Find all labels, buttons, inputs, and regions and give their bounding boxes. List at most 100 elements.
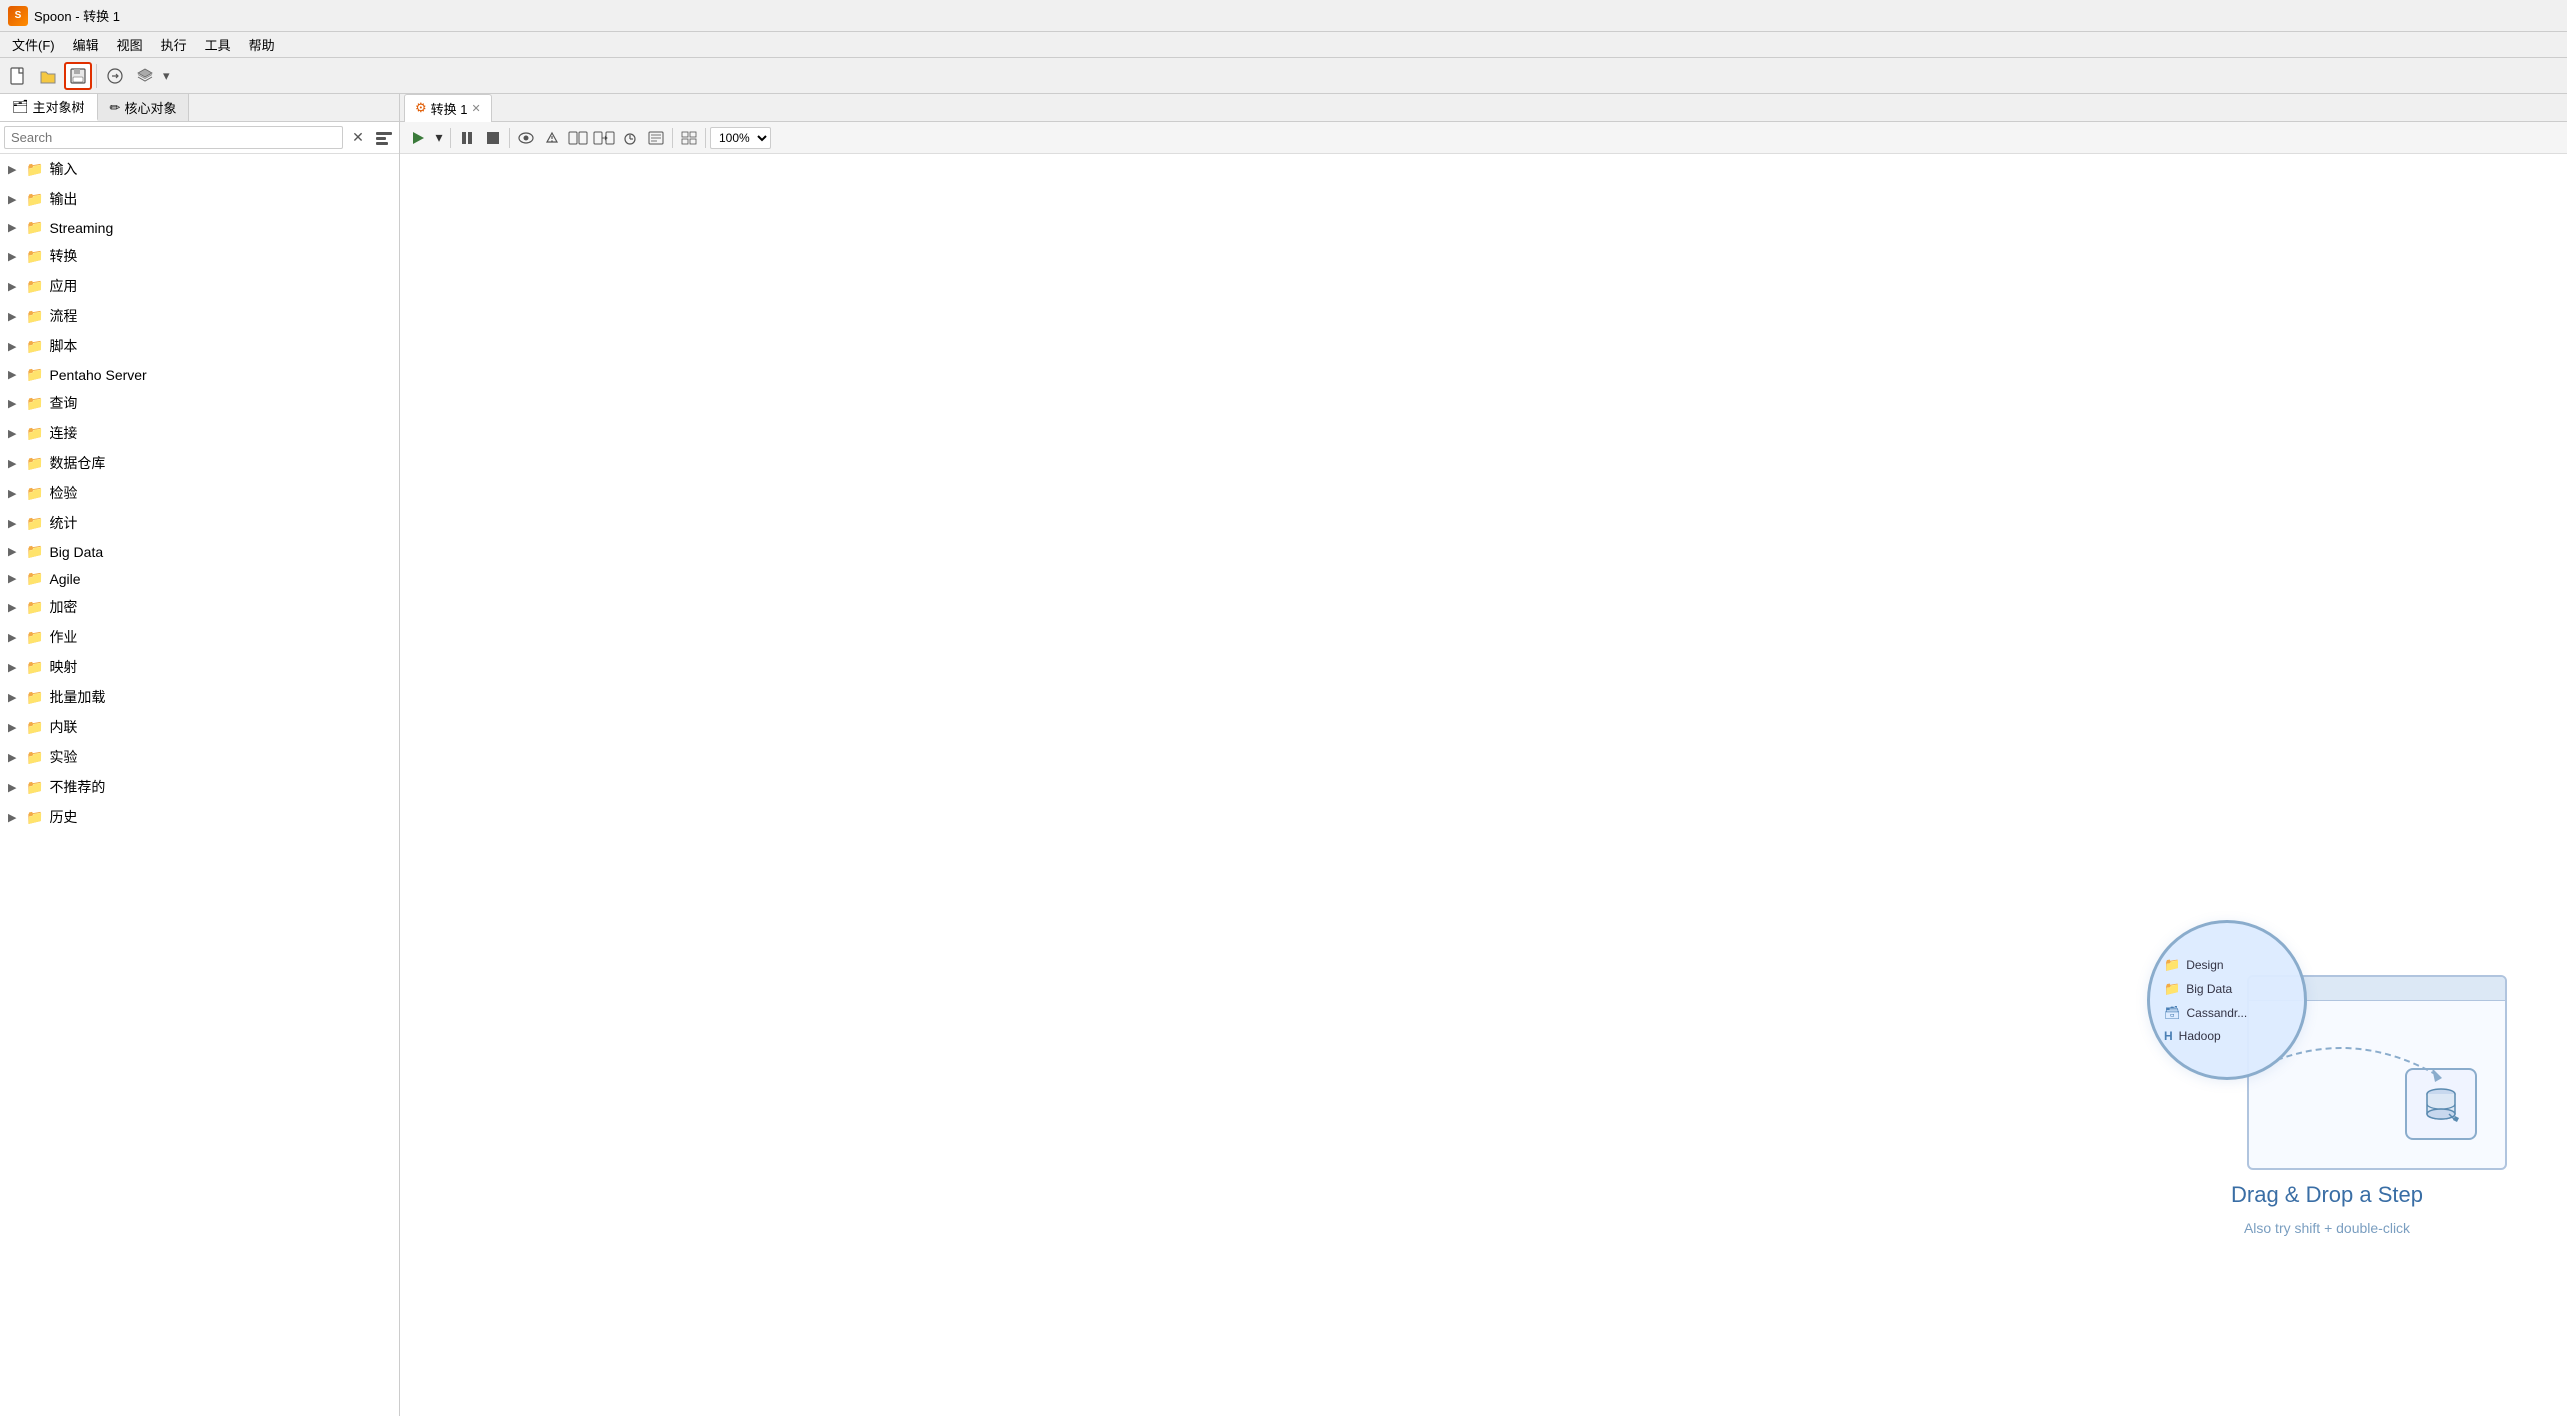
dnd-design-label: Design	[2186, 958, 2223, 972]
run-dropdown[interactable]: ▾	[432, 126, 446, 150]
grid-btn[interactable]	[677, 126, 701, 150]
timer-btn[interactable]	[618, 126, 642, 150]
tree-item[interactable]: ▶ 📁 统计	[0, 508, 399, 538]
debug-button[interactable]	[540, 126, 564, 150]
tree-item[interactable]: ▶ 📁 Pentaho Server	[0, 361, 399, 388]
expand-arrow-19: ▶	[8, 721, 20, 734]
expand-arrow-10: ▶	[8, 457, 20, 470]
dnd-arrow	[2277, 1020, 2457, 1100]
left-panel: 🗂 主对象树 ✏ 核心对象 ✕ ▶ 📁 输入	[0, 94, 400, 1416]
save-button[interactable]	[64, 62, 92, 90]
transform-button[interactable]	[101, 62, 129, 90]
canvas-area[interactable]: 📁 Design 📁 Big Data 🗃 Cassandr... H	[400, 154, 2567, 1416]
tree-item[interactable]: ▶ 📁 输出	[0, 184, 399, 214]
tree-item[interactable]: ▶ 📁 流程	[0, 301, 399, 331]
tree-item[interactable]: ▶ 📁 历史	[0, 802, 399, 832]
tree-item-label-16: 作业	[49, 627, 77, 647]
tree-item[interactable]: ▶ 📁 脚本	[0, 331, 399, 361]
folder-icon-9: 📁	[26, 425, 43, 442]
menu-view[interactable]: 视图	[109, 33, 151, 56]
preview-button[interactable]	[514, 126, 538, 150]
search-input[interactable]	[4, 126, 343, 149]
tab-core-objects-icon: ✏	[110, 100, 121, 116]
folder-icon-15: 📁	[26, 599, 43, 616]
menu-tools[interactable]: 工具	[197, 33, 239, 56]
tree-item-label-20: 实验	[49, 747, 77, 767]
tree-item[interactable]: ▶ 📁 作业	[0, 622, 399, 652]
tree-item[interactable]: ▶ 📁 Big Data	[0, 538, 399, 565]
expand-arrow-20: ▶	[8, 751, 20, 764]
folder-icon-14: 📁	[26, 570, 43, 587]
tree-item-label-3: 转换	[49, 246, 77, 266]
tree-item[interactable]: ▶ 📁 内联	[0, 712, 399, 742]
tree-item[interactable]: ▶ 📁 连接	[0, 418, 399, 448]
tree-item[interactable]: ▶ 📁 数据仓库	[0, 448, 399, 478]
tree-item[interactable]: ▶ 📁 映射	[0, 652, 399, 682]
menu-run[interactable]: 执行	[153, 33, 195, 56]
tree-item-label-9: 连接	[49, 423, 77, 443]
canvas-tab-transform1[interactable]: ⚙ 转换 1 ✕	[404, 94, 492, 122]
tree-item[interactable]: ▶ 📁 不推荐的	[0, 772, 399, 802]
new-file-button[interactable]	[4, 62, 32, 90]
tab-core-objects[interactable]: ✏ 核心对象	[98, 94, 190, 121]
tree-list: ▶ 📁 输入 ▶ 📁 输出 ▶ 📁 Streaming ▶ 📁 转换 ▶ 📁 应…	[0, 154, 399, 1416]
zoom-select[interactable]: 50% 75% 100% 125% 150% 200%	[710, 127, 771, 149]
menu-file[interactable]: 文件(F)	[4, 33, 63, 56]
expand-arrow-21: ▶	[8, 781, 20, 794]
tree-item[interactable]: ▶ 📁 转换	[0, 241, 399, 271]
folder-icon-8: 📁	[26, 395, 43, 412]
tree-item-label-13: Big Data	[49, 544, 103, 560]
dnd-cassandra-label: Cassandr...	[2187, 1006, 2248, 1020]
tree-item-label-4: 应用	[49, 276, 77, 296]
folder-icon-22: 📁	[26, 809, 43, 826]
expand-arrow-3: ▶	[8, 250, 20, 263]
tree-item-label-11: 检验	[49, 483, 77, 503]
tree-item-label-8: 查询	[49, 393, 77, 413]
expand-arrow-1: ▶	[8, 193, 20, 206]
toolbar-sep-1	[96, 64, 97, 88]
dnd-hadoop-label: Hadoop	[2179, 1029, 2221, 1043]
tree-item-label-5: 流程	[49, 306, 77, 326]
flow-btn[interactable]	[592, 126, 616, 150]
tree-item[interactable]: ▶ 📁 检验	[0, 478, 399, 508]
log-btn[interactable]	[644, 126, 668, 150]
ctb-sep2	[509, 128, 510, 148]
ctb-sep4	[705, 128, 706, 148]
pause-button[interactable]	[455, 126, 479, 150]
run-button[interactable]	[406, 126, 430, 150]
folder-icon-20: 📁	[26, 749, 43, 766]
expand-arrow-18: ▶	[8, 691, 20, 704]
tree-item[interactable]: ▶ 📁 批量加载	[0, 682, 399, 712]
stop-button[interactable]	[481, 126, 505, 150]
tree-item[interactable]: ▶ 📁 输入	[0, 154, 399, 184]
folder-icon-11: 📁	[26, 485, 43, 502]
folder-icon-7: 📁	[26, 366, 43, 383]
search-expand-button[interactable]	[373, 127, 395, 149]
tree-item[interactable]: ▶ 📁 实验	[0, 742, 399, 772]
tree-item[interactable]: ▶ 📁 Streaming	[0, 214, 399, 241]
tree-item-label-22: 历史	[49, 807, 77, 827]
tree-item[interactable]: ▶ 📁 应用	[0, 271, 399, 301]
expand-arrow-17: ▶	[8, 661, 20, 674]
search-clear-button[interactable]: ✕	[347, 127, 369, 149]
tree-item-label-14: Agile	[49, 571, 80, 587]
tree-item[interactable]: ▶ 📁 查询	[0, 388, 399, 418]
tree-item[interactable]: ▶ 📁 加密	[0, 592, 399, 622]
tree-item-label-0: 输入	[49, 159, 77, 179]
canvas-tab-icon: ⚙	[415, 100, 427, 116]
open-file-button[interactable]	[34, 62, 62, 90]
expand-arrow-6: ▶	[8, 340, 20, 353]
menu-help[interactable]: 帮助	[241, 33, 283, 56]
tab-main-objects[interactable]: 🗂 主对象树	[0, 94, 98, 121]
folder-icon-4: 📁	[26, 278, 43, 295]
folder-icon-21: 📁	[26, 779, 43, 796]
menu-edit[interactable]: 编辑	[65, 33, 107, 56]
tree-item[interactable]: ▶ 📁 Agile	[0, 565, 399, 592]
layers-arrow[interactable]: ▾	[163, 68, 170, 84]
expand-arrow-2: ▶	[8, 221, 20, 234]
canvas-tab-close[interactable]: ✕	[472, 102, 481, 115]
tree-item-label-6: 脚本	[49, 336, 77, 356]
dnd-circle-bigdata: 📁 Big Data	[2164, 981, 2232, 997]
layers-button[interactable]	[131, 62, 159, 90]
step-btn[interactable]	[566, 126, 590, 150]
